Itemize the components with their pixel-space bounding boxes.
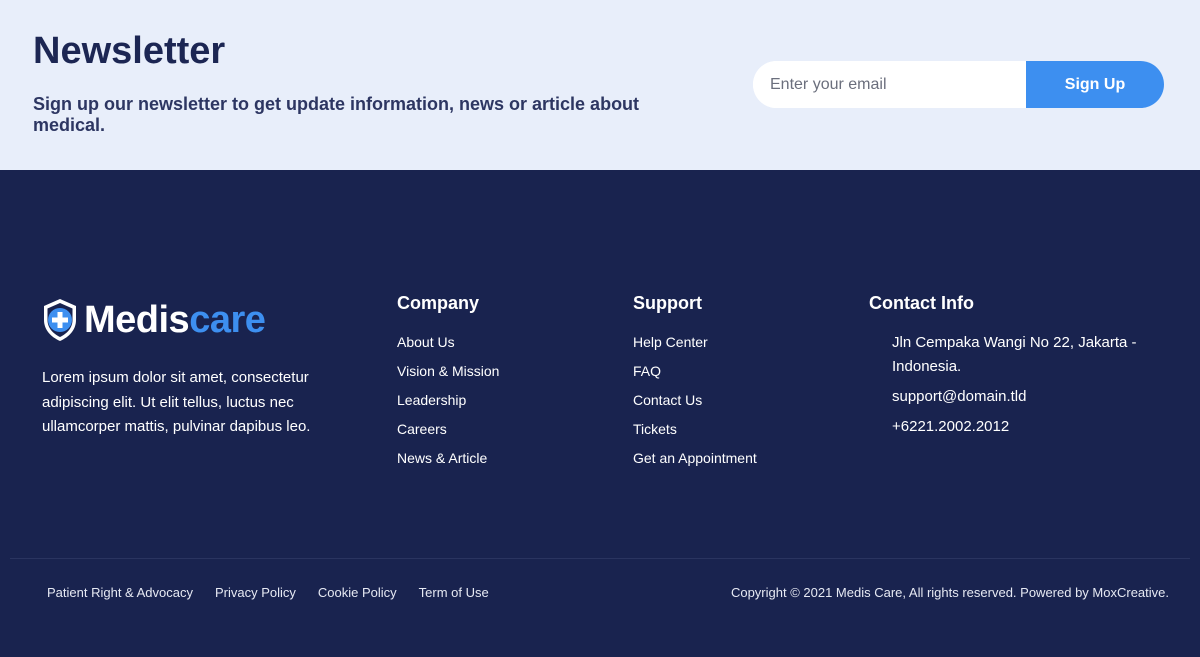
newsletter-email-input[interactable]: [753, 61, 1026, 108]
brand-name-part1: Medis: [84, 299, 190, 341]
contact-list: Jln Cempaka Wangi No 22, Jakarta - Indon…: [892, 331, 1169, 439]
newsletter-title: Newsletter: [33, 30, 226, 72]
legal-links: Patient Right & Advocacy Privacy Policy …: [47, 585, 511, 600]
company-links: About Us Vision & Mission Leadership Car…: [397, 328, 499, 473]
support-link-item: FAQ: [633, 357, 757, 386]
support-column: Support Help Center FAQ Contact Us Ticke…: [633, 293, 757, 473]
contact-heading: Contact Info: [869, 293, 974, 313]
link-news-article[interactable]: News & Article: [397, 450, 487, 466]
footer-divider: [10, 558, 1190, 559]
link-term-of-use[interactable]: Term of Use: [419, 585, 489, 600]
copyright-text: Copyright © 2021 Medis Care, All rights …: [730, 585, 1169, 600]
support-link-item: Contact Us: [633, 386, 757, 415]
link-careers[interactable]: Careers: [397, 421, 447, 437]
link-leadership[interactable]: Leadership: [397, 392, 466, 408]
brand-about-text: Lorem ipsum dolor sit amet, consectetur …: [42, 369, 311, 435]
newsletter-signup-button[interactable]: Sign Up: [1026, 61, 1164, 108]
company-column: Company About Us Vision & Mission Leader…: [397, 293, 499, 473]
company-link-item: Leadership: [397, 386, 499, 415]
support-link-item: Tickets: [633, 415, 757, 444]
company-link-item: About Us: [397, 328, 499, 357]
contact-email[interactable]: support@domain.tld: [892, 385, 1169, 409]
company-link-item: Careers: [397, 415, 499, 444]
support-link-item: Get an Appointment: [633, 444, 757, 473]
company-link-item: Vision & Mission: [397, 357, 499, 386]
support-link-item: Help Center: [633, 328, 757, 357]
newsletter-section: Newsletter Sign up our newsletter to get…: [0, 0, 1200, 170]
link-tickets[interactable]: Tickets: [633, 421, 677, 437]
link-patient-right[interactable]: Patient Right & Advocacy: [47, 585, 193, 600]
brand-name-part2: care: [189, 299, 266, 341]
brand-logo[interactable]: Mediscare: [42, 298, 266, 342]
link-about-us[interactable]: About Us: [397, 334, 455, 350]
link-get-appointment[interactable]: Get an Appointment: [633, 450, 757, 466]
contact-phone[interactable]: +6221.2002.2012: [892, 415, 1169, 439]
link-contact-us[interactable]: Contact Us: [633, 392, 702, 408]
newsletter-form: Sign Up: [753, 61, 1164, 108]
support-heading: Support: [633, 293, 702, 313]
shield-plus-icon: [42, 298, 78, 342]
newsletter-description: Sign up our newsletter to get update inf…: [33, 94, 640, 135]
link-cookie-policy[interactable]: Cookie Policy: [318, 585, 397, 600]
support-links: Help Center FAQ Contact Us Tickets Get a…: [633, 328, 757, 473]
contact-column: Contact Info Jln Cempaka Wangi No 22, Ja…: [869, 293, 1169, 445]
contact-address: Jln Cempaka Wangi No 22, Jakarta - Indon…: [892, 334, 1137, 375]
link-privacy-policy[interactable]: Privacy Policy: [215, 585, 296, 600]
brand-name: Mediscare: [84, 298, 266, 342]
link-vision-mission[interactable]: Vision & Mission: [397, 363, 499, 379]
company-link-item: News & Article: [397, 444, 499, 473]
site-footer: Mediscare Lorem ipsum dolor sit amet, co…: [0, 170, 1200, 657]
company-heading: Company: [397, 293, 480, 313]
link-faq[interactable]: FAQ: [633, 363, 661, 379]
link-help-center[interactable]: Help Center: [633, 334, 708, 350]
